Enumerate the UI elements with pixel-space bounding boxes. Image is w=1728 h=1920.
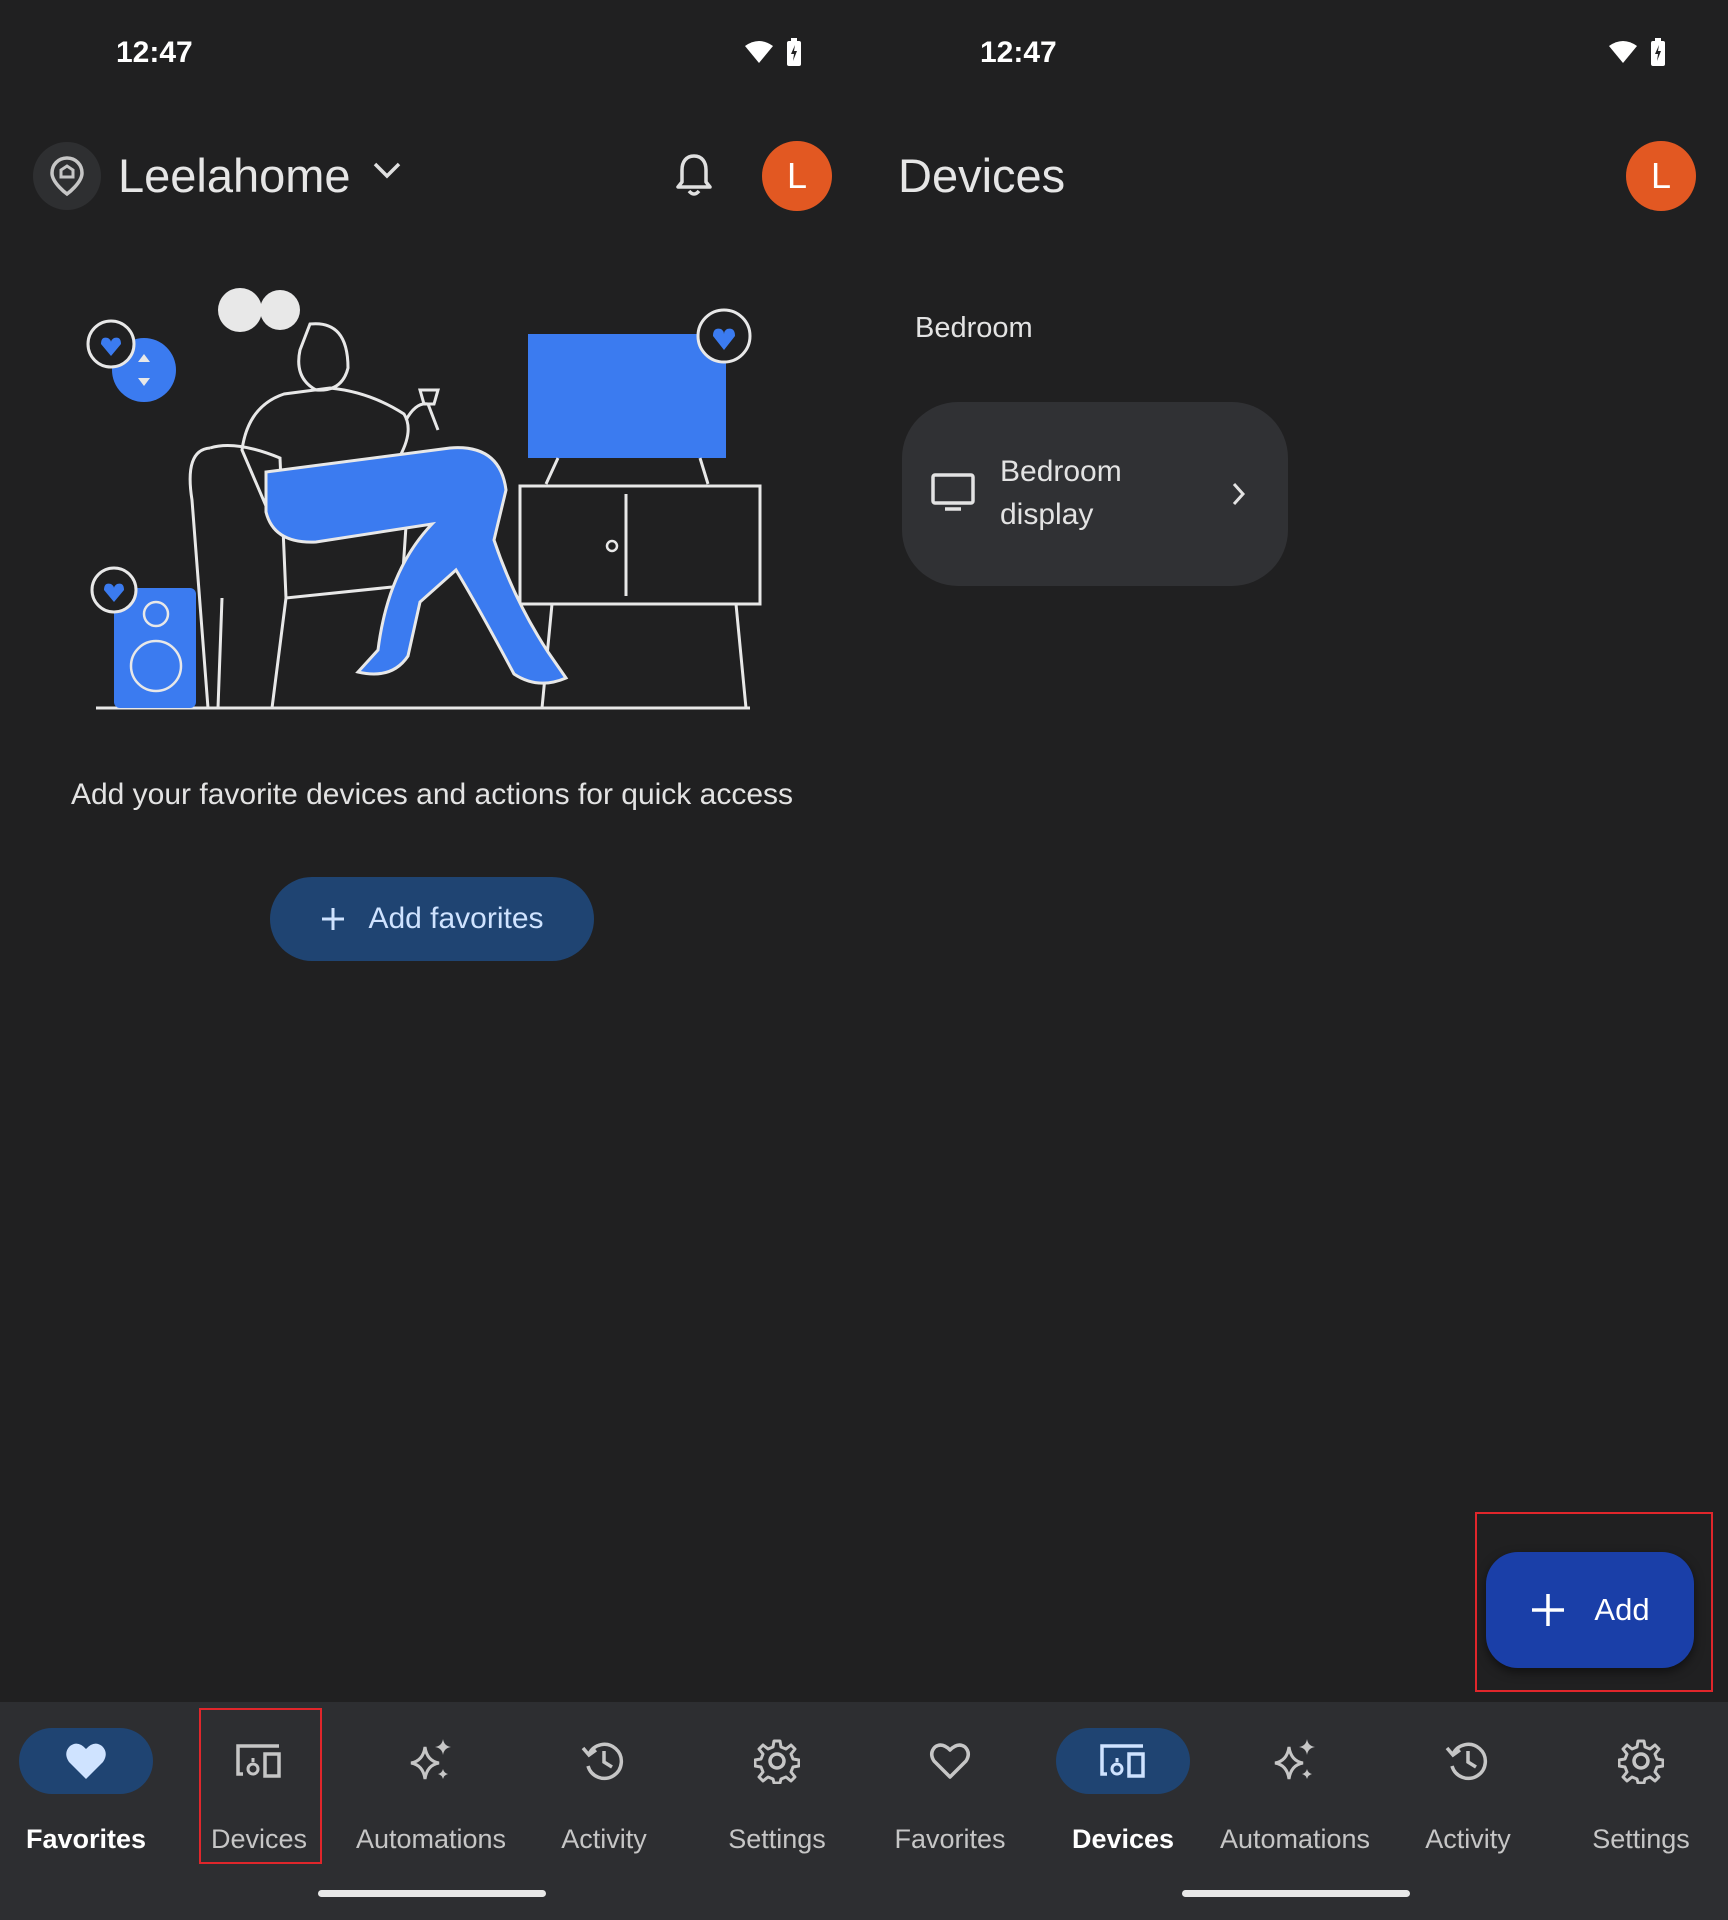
status-icons bbox=[744, 38, 802, 66]
nav-activity-pill bbox=[537, 1728, 671, 1794]
nav-automations-label: Automations bbox=[355, 1824, 507, 1854]
favorites-illustration bbox=[86, 288, 762, 710]
nav-automations-pill bbox=[364, 1728, 498, 1794]
nav-automations[interactable]: Automations bbox=[1209, 1702, 1381, 1862]
add-button[interactable]: Add bbox=[1486, 1552, 1694, 1668]
bottom-navigation: Favorites Devices Automations Activity S… bbox=[0, 1702, 864, 1920]
bell-icon bbox=[676, 154, 712, 196]
nav-favorites-label: Favorites bbox=[894, 1824, 1006, 1854]
account-avatar[interactable]: L bbox=[1626, 141, 1696, 211]
add-label: Add bbox=[1594, 1592, 1650, 1627]
favorites-screen: 12:47 Leelahome L Add your favorite devi… bbox=[0, 0, 864, 1920]
nav-activity-label: Activity bbox=[561, 1824, 647, 1854]
home-selector-button[interactable] bbox=[33, 142, 101, 210]
nav-devices-label: Devices bbox=[210, 1824, 308, 1854]
status-time: 12:47 bbox=[116, 36, 193, 69]
plus-icon bbox=[1532, 1594, 1565, 1626]
add-favorites-label: Add favorites bbox=[368, 902, 544, 935]
add-favorites-button[interactable]: Add favorites bbox=[270, 877, 594, 961]
nav-settings-pill bbox=[710, 1728, 844, 1794]
nav-activity-label: Activity bbox=[1425, 1824, 1511, 1854]
wifi-icon bbox=[1609, 41, 1637, 63]
nav-favorites-pill bbox=[883, 1728, 1017, 1794]
sparkle-icon bbox=[410, 1739, 451, 1780]
nav-activity[interactable]: Activity bbox=[518, 1702, 690, 1862]
status-time: 12:47 bbox=[980, 36, 1057, 69]
display-icon bbox=[931, 473, 975, 511]
nav-devices-pill bbox=[1056, 1728, 1190, 1794]
favorites-prompt: Add your favorite devices and actions fo… bbox=[70, 778, 794, 811]
nav-activity-pill bbox=[1401, 1728, 1535, 1794]
home-dropdown[interactable] bbox=[372, 160, 402, 185]
nav-settings-label: Settings bbox=[1592, 1824, 1690, 1854]
status-icons bbox=[1608, 38, 1666, 66]
heart-icon bbox=[66, 1743, 106, 1779]
device-card-bedroom-display[interactable]: Bedroom display bbox=[902, 402, 1288, 586]
history-icon bbox=[1445, 1742, 1488, 1780]
home-pin-icon bbox=[50, 156, 84, 197]
nav-automations-label: Automations bbox=[1219, 1824, 1371, 1854]
nav-automations[interactable]: Automations bbox=[345, 1702, 517, 1862]
nav-favorites[interactable]: Favorites bbox=[864, 1702, 1036, 1862]
home-name[interactable]: Leelahome bbox=[118, 148, 351, 203]
notifications-button[interactable] bbox=[674, 152, 714, 203]
room-heading: Bedroom bbox=[915, 312, 1033, 344]
gesture-bar bbox=[1182, 1890, 1410, 1897]
nav-automations-pill bbox=[1228, 1728, 1362, 1794]
battery-charging-icon bbox=[787, 38, 801, 66]
nav-favorites-pill bbox=[19, 1728, 153, 1794]
nav-devices[interactable]: Devices bbox=[173, 1702, 345, 1862]
devices-screen: 12:47 Devices L Bedroom Bedroom display … bbox=[864, 0, 1728, 1920]
bottom-navigation: Favorites Devices Automations Activity S… bbox=[864, 1702, 1728, 1920]
gear-icon bbox=[754, 1739, 800, 1784]
nav-settings-label: Settings bbox=[728, 1824, 826, 1854]
gesture-bar bbox=[318, 1890, 546, 1897]
nav-devices[interactable]: Devices bbox=[1037, 1702, 1209, 1862]
chevron-down-icon bbox=[373, 162, 401, 179]
page-title: Devices bbox=[898, 149, 1066, 202]
devices-icon bbox=[1100, 1744, 1145, 1778]
sparkle-icon bbox=[1274, 1739, 1315, 1780]
device-name: Bedroom display bbox=[1000, 455, 1122, 531]
history-icon bbox=[581, 1742, 624, 1780]
nav-favorites-label: Favorites bbox=[25, 1824, 147, 1854]
nav-settings-pill bbox=[1574, 1728, 1708, 1794]
nav-favorites[interactable]: Favorites bbox=[0, 1702, 172, 1862]
chevron-right-icon bbox=[1232, 482, 1246, 506]
nav-devices-pill bbox=[192, 1728, 326, 1794]
plus-icon bbox=[322, 908, 345, 930]
account-avatar[interactable]: L bbox=[762, 141, 832, 211]
gear-icon bbox=[1618, 1739, 1664, 1784]
wifi-icon bbox=[745, 41, 773, 63]
battery-charging-icon bbox=[1651, 38, 1665, 66]
nav-settings[interactable]: Settings bbox=[691, 1702, 863, 1862]
devices-icon bbox=[236, 1744, 281, 1778]
tv-illustration bbox=[528, 334, 726, 458]
nav-activity[interactable]: Activity bbox=[1382, 1702, 1554, 1862]
nav-settings[interactable]: Settings bbox=[1555, 1702, 1727, 1862]
nav-devices-label: Devices bbox=[1071, 1824, 1175, 1854]
heart-outline-icon bbox=[930, 1743, 970, 1779]
